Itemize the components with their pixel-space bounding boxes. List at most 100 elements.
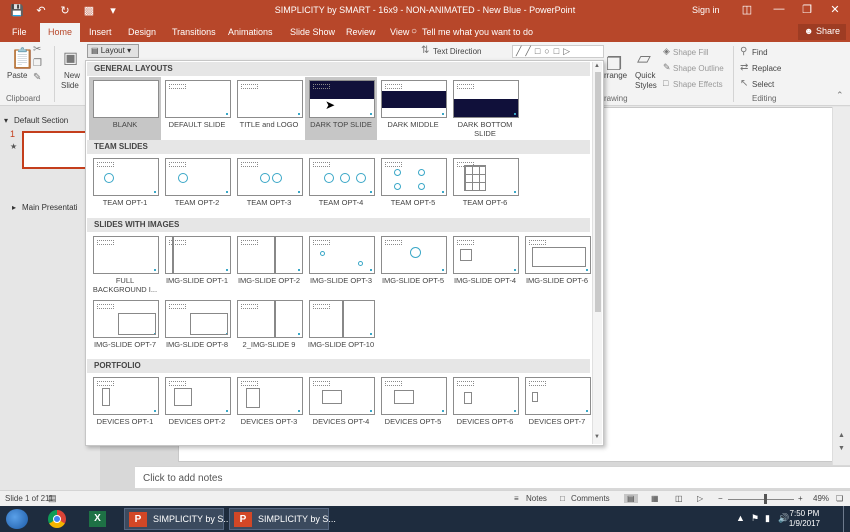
shapes-icon[interactable]: ╱╱□○□▷ <box>516 46 574 57</box>
main-section-label[interactable]: Main Presentati <box>22 203 78 212</box>
layout-option[interactable]: IMG-SLIDE OPT-7 <box>89 297 161 363</box>
system-clock[interactable]: 7:50 PM 1/9/2017 <box>789 509 820 529</box>
quick-styles-icon[interactable]: ▱ <box>637 48 651 69</box>
tab-file[interactable]: File <box>12 27 27 37</box>
layout-option[interactable]: TEAM OPT-5 <box>377 155 449 221</box>
tab-animations[interactable]: Animations <box>228 27 273 37</box>
editor-scrollbar[interactable]: ▲ ▼ <box>832 107 850 465</box>
tab-view[interactable]: View <box>390 27 409 37</box>
shape-effects-label[interactable]: Shape Effects <box>673 80 723 89</box>
layout-option[interactable]: DARK MIDDLE <box>377 77 449 143</box>
gallery-scroll-thumb[interactable] <box>595 72 601 312</box>
layout-option[interactable]: TEAM OPT-2 <box>161 155 233 221</box>
notes-pane[interactable]: Click to add notes <box>135 466 850 488</box>
copy-icon[interactable]: ❐ <box>33 58 42 69</box>
shape-effects-icon[interactable]: □ <box>663 78 668 88</box>
notes-icon[interactable]: ≡ <box>514 494 519 503</box>
zoom-percent[interactable]: 49% <box>813 494 829 503</box>
layout-option[interactable]: DEVICES OPT-3 <box>233 374 305 440</box>
volume-icon[interactable]: 🔊 <box>778 513 789 524</box>
collapse-ribbon-icon[interactable]: ⌃ <box>836 90 844 101</box>
slideshow-view-icon[interactable]: ▷ <box>697 494 703 503</box>
new-slide-label-2[interactable]: Slide <box>61 81 79 90</box>
battery-icon[interactable]: ▮ <box>765 513 770 524</box>
zoom-slider[interactable] <box>728 499 794 500</box>
zoom-in-icon[interactable]: + <box>798 494 803 503</box>
tab-insert[interactable]: Insert <box>89 27 112 37</box>
tell-me-search[interactable]: Tell me what you want to do <box>422 27 533 37</box>
layout-option[interactable]: DEVICES OPT-6 <box>449 374 521 440</box>
taskbar-window-1[interactable]: P SIMPLICITY by S... <box>124 508 231 530</box>
layout-option[interactable]: IMG-SLIDE OPT-4 <box>449 233 521 299</box>
previous-slide-icon[interactable]: ▲ <box>838 432 845 439</box>
scroll-down-icon[interactable]: ▼ <box>594 434 600 440</box>
layout-option[interactable]: DEVICES OPT-7 <box>521 374 593 440</box>
find-label[interactable]: Find <box>752 48 768 57</box>
section-collapse-icon[interactable]: ▾ <box>4 116 8 125</box>
minimize-icon[interactable]: — <box>772 3 786 15</box>
quick-styles-label[interactable]: Quick <box>635 71 655 80</box>
windows-start-icon[interactable] <box>6 509 28 529</box>
shape-fill-label[interactable]: Shape Fill <box>673 48 709 57</box>
default-section-label[interactable]: Default Section <box>14 116 68 125</box>
excel-icon[interactable]: X <box>84 508 112 530</box>
tab-slide-show[interactable]: Slide Show <box>290 27 335 37</box>
section-expand-icon[interactable]: ▸ <box>12 203 16 212</box>
layout-option[interactable]: IMG-SLIDE OPT-3 <box>305 233 377 299</box>
shapes-gallery[interactable]: ╱╱□○□▷ <box>512 45 604 58</box>
shape-outline-icon[interactable]: ✎ <box>663 62 671 73</box>
select-icon[interactable]: ↖ <box>740 78 748 89</box>
layout-option[interactable]: DEVICES OPT-2 <box>161 374 233 440</box>
text-direction-label[interactable]: Text Direction <box>433 47 481 56</box>
cut-icon[interactable]: ✂ <box>33 44 41 55</box>
layout-button[interactable]: ▤ Layout ▾ <box>87 44 139 58</box>
tab-design[interactable]: Design <box>128 27 156 37</box>
fit-slide-icon[interactable]: ❏ <box>836 494 843 503</box>
comments-icon[interactable]: □ <box>560 494 565 503</box>
show-desktop-button[interactable] <box>843 506 844 532</box>
layout-option[interactable]: IMG-SLIDE OPT-2 <box>233 233 305 299</box>
reading-view-icon[interactable]: ◫ <box>675 494 683 503</box>
layout-option[interactable]: DEVICES OPT-4 <box>305 374 377 440</box>
layout-option[interactable]: TEAM OPT-4 <box>305 155 377 221</box>
zoom-slider-thumb[interactable] <box>763 494 767 504</box>
layout-option[interactable]: IMG-SLIDE OPT-6 <box>521 233 593 299</box>
zoom-out-icon[interactable]: − <box>718 494 723 503</box>
restore-icon[interactable]: ❐ <box>800 3 814 16</box>
layout-option[interactable]: BLANK <box>89 77 161 143</box>
layout-option[interactable]: 2_IMG-SLIDE 9 <box>233 297 305 363</box>
layout-option[interactable]: DEVICES OPT-5 <box>377 374 449 440</box>
arrange-label[interactable]: rrange <box>604 71 627 80</box>
tab-review[interactable]: Review <box>346 27 376 37</box>
share-button[interactable]: ☻ Share <box>797 24 846 40</box>
layout-option[interactable]: DARK TOP SLIDE <box>305 77 377 143</box>
scroll-up-icon[interactable]: ▲ <box>594 63 600 69</box>
layout-option[interactable]: IMG-SLIDE OPT-5 <box>377 233 449 299</box>
text-direction-icon[interactable]: ⇅ <box>421 45 429 56</box>
slide-sorter-icon[interactable]: ▦ <box>651 494 659 503</box>
taskbar-window-2[interactable]: P SIMPLICITY by S... <box>229 508 336 530</box>
layout-option[interactable]: IMG-SLIDE OPT-10 <box>305 297 377 363</box>
select-label[interactable]: Select <box>752 80 774 89</box>
replace-icon[interactable]: ⇄ <box>740 62 748 73</box>
layout-option[interactable]: DEVICES OPT-1 <box>89 374 161 440</box>
sign-in-link[interactable]: Sign in <box>692 5 720 15</box>
tray-arrow-icon[interactable]: ▲ <box>736 513 745 523</box>
new-slide-label[interactable]: New <box>64 71 80 80</box>
gallery-scrollbar[interactable]: ▲ ▼ <box>592 62 602 444</box>
paste-icon[interactable]: 📋 <box>10 46 35 71</box>
layout-option[interactable]: TITLE and LOGO <box>233 77 305 143</box>
normal-view-icon[interactable]: ▤ <box>624 494 638 503</box>
shape-outline-label[interactable]: Shape Outline <box>673 64 724 73</box>
comments-toggle[interactable]: Comments <box>571 494 610 503</box>
layout-option[interactable]: DARK BOTTOM SLIDE <box>449 77 521 143</box>
spelling-icon[interactable]: ▤ <box>48 493 57 504</box>
layout-option[interactable]: FULL BACKGROUND I... <box>89 233 161 299</box>
quick-styles-label-2[interactable]: Styles <box>635 81 657 90</box>
shape-fill-icon[interactable]: ◈ <box>663 46 670 57</box>
layout-option[interactable]: IMG-SLIDE OPT-1 <box>161 233 233 299</box>
layout-option[interactable]: IMG-SLIDE OPT-8 <box>161 297 233 363</box>
find-icon[interactable]: ⚲ <box>740 46 747 57</box>
layout-option[interactable]: TEAM OPT-6 <box>449 155 521 221</box>
layout-option[interactable]: TEAM OPT-3 <box>233 155 305 221</box>
